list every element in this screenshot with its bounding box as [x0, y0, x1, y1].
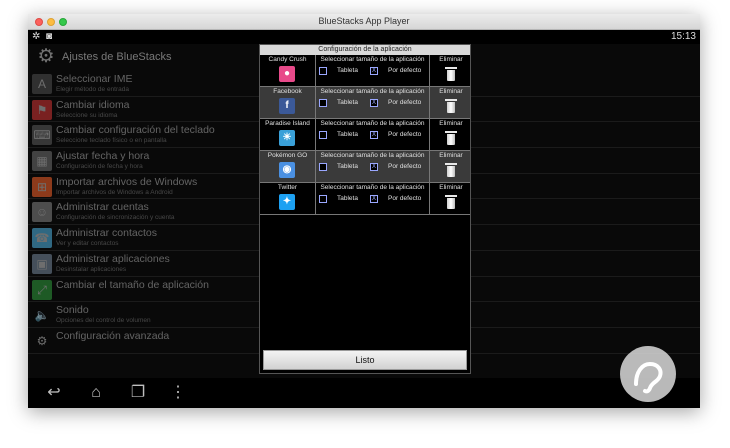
- trash-icon[interactable]: [445, 99, 457, 113]
- delete-label: Eliminar: [439, 184, 463, 191]
- default-checkbox[interactable]: X: [370, 131, 378, 139]
- paradise-island-icon: ☀: [279, 130, 295, 146]
- default-label: Por defecto: [388, 99, 422, 106]
- menu-dots-icon[interactable]: ⋮: [170, 384, 186, 402]
- delete-cell: Eliminar: [430, 119, 472, 150]
- app-settings-dialog: Configuración de la aplicación Candy Cru…: [259, 44, 471, 374]
- delete-label: Eliminar: [439, 120, 463, 127]
- default-label: Por defecto: [388, 195, 422, 202]
- tablet-label: Tableta: [337, 99, 358, 106]
- size-cell: Seleccionar tamaño de la aplicación Table…: [316, 87, 430, 118]
- done-button[interactable]: Listo: [263, 350, 467, 370]
- size-header: Seleccionar tamaño de la aplicación: [320, 56, 425, 63]
- delete-cell: Eliminar: [430, 55, 472, 86]
- home-icon[interactable]: ⌂: [84, 384, 108, 402]
- tablet-checkbox[interactable]: [319, 195, 327, 203]
- tablet-checkbox[interactable]: [319, 67, 327, 75]
- pokemon-go-icon: ◉: [279, 162, 295, 178]
- back-icon[interactable]: ↩: [42, 384, 66, 402]
- tablet-label: Tableta: [337, 195, 358, 202]
- delete-label: Eliminar: [439, 152, 463, 159]
- default-checkbox[interactable]: X: [370, 195, 378, 203]
- facebook-icon: f: [279, 98, 295, 114]
- app-cell: Facebook f: [260, 87, 316, 118]
- tablet-checkbox[interactable]: [319, 131, 327, 139]
- size-cell: Seleccionar tamaño de la aplicación Table…: [316, 151, 430, 182]
- delete-cell: Eliminar: [430, 87, 472, 118]
- app-row: Facebook f Seleccionar tamaño de la aplica…: [260, 87, 470, 119]
- default-label: Por defecto: [388, 163, 422, 170]
- delete-label: Eliminar: [439, 56, 463, 63]
- tablet-checkbox[interactable]: [319, 163, 327, 171]
- delete-cell: Eliminar: [430, 183, 472, 214]
- app-row: Pokémon GO ◉ Seleccionar tamaño de la apli…: [260, 151, 470, 183]
- tablet-checkbox[interactable]: [319, 99, 327, 107]
- android-nav-bar: ↩ ⌂ ❐ ⋮: [28, 378, 700, 408]
- app-cell: Paradise Island ☀: [260, 119, 316, 150]
- delete-cell: Eliminar: [430, 151, 472, 182]
- app-name: Pokémon GO: [267, 152, 308, 159]
- size-cell: Seleccionar tamaño de la aplicación Table…: [316, 183, 430, 214]
- app-name: Facebook: [273, 88, 302, 95]
- app-list: Candy Crush ● Seleccionar tamaño de la apl…: [260, 55, 470, 215]
- size-cell: Seleccionar tamaño de la aplicación Table…: [316, 119, 430, 150]
- camera-icon: ◙: [46, 31, 53, 42]
- app-row: Twitter ✦ Seleccionar tamaño de la aplicac…: [260, 183, 470, 215]
- status-time: 15:13: [670, 31, 696, 42]
- size-header: Seleccionar tamaño de la aplicación: [320, 152, 425, 159]
- watermark-logo-icon: [620, 346, 676, 402]
- app-cell: Pokémon GO ◉: [260, 151, 316, 182]
- dialog-title: Configuración de la aplicación: [260, 45, 470, 55]
- trash-icon[interactable]: [445, 163, 457, 177]
- android-status-bar: ✲ ◙ 15:13: [28, 30, 700, 44]
- delete-label: Eliminar: [439, 88, 463, 95]
- size-header: Seleccionar tamaño de la aplicación: [320, 88, 425, 95]
- tablet-label: Tableta: [337, 67, 358, 74]
- default-checkbox[interactable]: X: [370, 163, 378, 171]
- app-cell: Twitter ✦: [260, 183, 316, 214]
- default-label: Por defecto: [388, 67, 422, 74]
- tablet-label: Tableta: [337, 163, 358, 170]
- size-cell: Seleccionar tamaño de la aplicación Table…: [316, 55, 430, 86]
- default-checkbox[interactable]: X: [370, 99, 378, 107]
- twitter-icon: ✦: [279, 194, 295, 210]
- app-name: Twitter: [277, 184, 298, 191]
- recent-apps-icon[interactable]: ❐: [126, 384, 150, 402]
- trash-icon[interactable]: [445, 131, 457, 145]
- trash-icon[interactable]: [445, 195, 457, 209]
- app-row: Paradise Island ☀ Seleccionar tamaño de la…: [260, 119, 470, 151]
- trash-icon[interactable]: [445, 67, 457, 81]
- size-header: Seleccionar tamaño de la aplicación: [320, 120, 425, 127]
- app-cell: Candy Crush ●: [260, 55, 316, 86]
- title-bar: BlueStacks App Player: [28, 14, 700, 30]
- app-name: Paradise Island: [265, 120, 310, 127]
- app-row: Candy Crush ● Seleccionar tamaño de la apl…: [260, 55, 470, 87]
- app-name: Candy Crush: [268, 56, 307, 63]
- tablet-label: Tableta: [337, 131, 358, 138]
- size-header: Seleccionar tamaño de la aplicación: [320, 184, 425, 191]
- bluetooth-icon: ✲: [32, 31, 41, 42]
- default-checkbox[interactable]: X: [370, 67, 378, 75]
- window-title: BlueStacks App Player: [318, 16, 410, 26]
- default-label: Por defecto: [388, 131, 422, 138]
- candy-crush-icon: ●: [279, 66, 295, 82]
